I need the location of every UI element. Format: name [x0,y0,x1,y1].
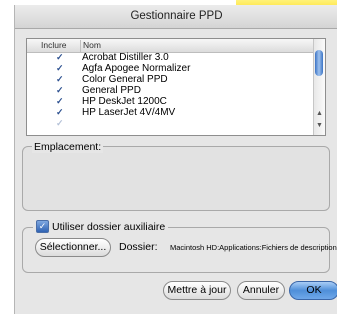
title-bar[interactable]: Gestionnaire PPD [15,5,337,29]
scroll-up-arrow-icon[interactable]: ▲ [316,110,323,117]
list-scrollbar[interactable]: ▲ ▼ [313,39,325,135]
include-checkbox[interactable]: ✓ [56,52,64,63]
folder-path: Macintosh HD:Applications:Fichiers de de… [170,243,337,252]
ok-button[interactable]: OK [289,281,337,300]
folder-label: Dossier: [119,241,158,253]
include-checkbox[interactable]: ✓ [56,118,64,129]
ppd-name: HP LaserJet 4V/4MV [82,107,176,118]
list-item[interactable]: ✓ Acrobat Distiller 3.0 [27,52,314,63]
column-header-name[interactable]: Nom [80,40,101,52]
ppd-name: Acrobat Distiller 3.0 [82,52,169,63]
scroll-down-arrow-icon[interactable]: ▼ [316,122,323,129]
include-checkbox[interactable]: ✓ [56,85,64,96]
column-header-include[interactable]: Inclure [41,40,67,50]
list-item[interactable]: ✓ General PPD [27,85,314,96]
list-item[interactable]: ✓ HP DeskJet 1200C [27,96,314,107]
list-item[interactable]: ✓ Color General PPD [27,74,314,85]
list-header: Inclure Nom [27,39,314,53]
use-auxiliary-label[interactable]: Utiliser dossier auxiliaire [52,221,165,233]
list-item-partial[interactable]: ✓ [27,118,314,129]
include-checkbox[interactable]: ✓ [56,74,64,85]
list-rows: ✓ Acrobat Distiller 3.0 ✓ Agfa Apogee No… [27,52,314,129]
select-folder-button[interactable]: Sélectionner... [35,238,111,257]
include-checkbox[interactable]: ✓ [56,96,64,107]
ppd-name: General PPD [82,85,141,96]
ppd-name: Agfa Apogee Normalizer [82,63,191,74]
ppd-name: HP DeskJet 1200C [82,96,167,107]
scrollbar-thumb[interactable] [315,50,323,76]
auxiliary-folder-legend[interactable]: ✓ Utiliser dossier auxiliaire [33,220,169,233]
use-auxiliary-checkbox[interactable]: ✓ [36,220,49,233]
ppd-list[interactable]: Inclure Nom ✓ Acrobat Distiller 3.0 ✓ Ag… [26,38,326,136]
location-box [22,146,330,211]
list-item[interactable]: ✓ HP LaserJet 4V/4MV [27,107,314,118]
list-item[interactable]: ✓ Agfa Apogee Normalizer [27,63,314,74]
update-button[interactable]: Mettre à jour [163,281,231,300]
location-label: Emplacement: [32,141,104,153]
window-title: Gestionnaire PPD [130,10,223,22]
ppd-manager-dialog: Gestionnaire PPD Inclure Nom ✓ Acrobat D… [14,5,337,314]
include-checkbox[interactable]: ✓ [56,107,64,118]
cancel-button[interactable]: Annuler [237,281,285,300]
include-checkbox[interactable]: ✓ [56,63,64,74]
ppd-name: Color General PPD [82,74,168,85]
